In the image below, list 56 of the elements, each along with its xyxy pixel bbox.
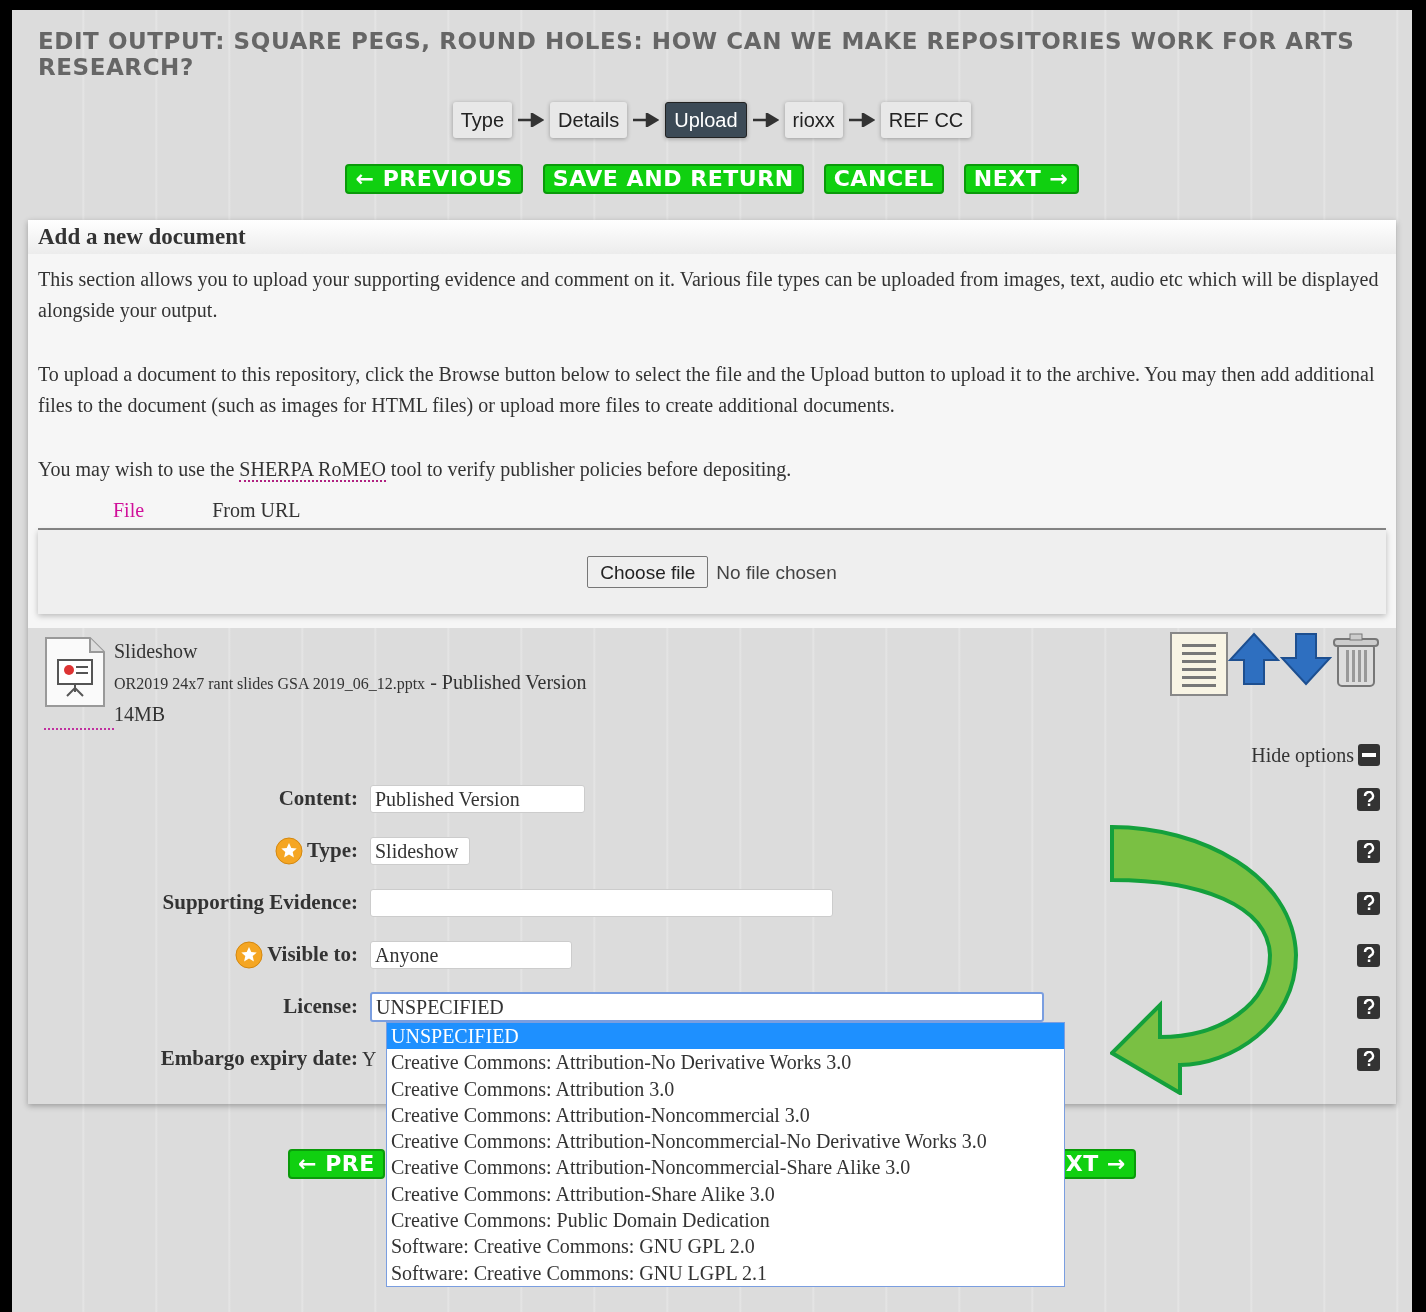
license-option[interactable]: Creative Commons: Public Domain Dedication	[387, 1207, 1064, 1234]
step-tab[interactable]: rioxx	[784, 102, 843, 138]
trash-icon[interactable]	[1332, 632, 1380, 688]
step-tab[interactable]: Details	[550, 102, 628, 138]
slideshow-file-icon	[44, 636, 106, 708]
form-label: Type:	[307, 837, 358, 865]
license-option[interactable]: Software: Creative Commons: GNU LGPL 2.1	[387, 1259, 1064, 1286]
description-text: To upload a document to this repository, click the Browse button below to select the file and the Upload button to upload it to the archive. You may then add additional files to the document (such as images for HTML files) or upload more files to create additional documents.	[38, 362, 1376, 419]
hide-options-link[interactable]: Hide options	[1251, 740, 1354, 770]
license-option[interactable]: Creative Commons: Attribution 3.0	[387, 1075, 1064, 1102]
help-icon[interactable]	[1357, 943, 1380, 967]
license-select[interactable]: UNSPECIFIED	[370, 992, 1044, 1022]
source-tab[interactable]: File	[113, 495, 145, 526]
description-text: This section allows you to upload your supporting evidence and comment on it. Various file types can be uploaded from images, text, audio etc which will be displayed alongside your output.	[38, 267, 1380, 324]
minus-icon[interactable]	[1358, 744, 1380, 766]
file-status: No file chosen	[716, 560, 837, 585]
text-field[interactable]: Slideshow	[370, 837, 470, 865]
form-label: Embargo expiry date:	[160, 1045, 358, 1073]
step-tab[interactable]: Type	[452, 102, 513, 138]
help-icon[interactable]	[1357, 839, 1380, 863]
panel-heading: Add a new document	[38, 222, 246, 251]
choose-file-button[interactable]: Choose file	[587, 556, 709, 588]
form-label: Visible to:	[267, 941, 358, 969]
arrow-icon	[633, 113, 660, 127]
license-option[interactable]: Software: Creative Commons: GNU GPL 2.0	[387, 1233, 1064, 1260]
form-label: License:	[283, 993, 358, 1021]
arrow-icon	[518, 113, 545, 127]
page-title: EDIT OUTPUT: SQUARE PEGS, ROUND HOLES: HOW CAN WE MAKE REPOSITORIES WORK FOR ARTS RESEARCH?	[37, 28, 1356, 80]
document-size: 14MB	[114, 702, 167, 727]
help-icon[interactable]	[1357, 891, 1380, 915]
license-option[interactable]: Creative Commons: Attribution-No Derivative Works 3.0	[387, 1049, 1064, 1076]
form-label: Supporting Evidence:	[162, 889, 358, 917]
sherpa-link[interactable]: SHERPA RoMEO	[239, 458, 386, 482]
step-tab[interactable]: Upload	[665, 102, 747, 138]
document-version: - Published Version	[430, 670, 587, 695]
license-option[interactable]: Creative Commons: Attribution-Noncommercial 3.0	[387, 1101, 1064, 1129]
help-icon[interactable]	[1357, 1047, 1380, 1071]
up-arrow-icon[interactable]	[1228, 632, 1280, 686]
license-option[interactable]: Creative Commons: Attribution-Share Alike 3.0	[387, 1180, 1064, 1208]
form-label: Content:	[278, 785, 358, 813]
help-icon[interactable]	[1357, 787, 1380, 811]
arrow-icon	[752, 113, 779, 127]
document-list-icon[interactable]	[1170, 632, 1228, 696]
arrow-icon	[848, 113, 875, 127]
document-filename: OR2019 24x7 rant slides GSA 2019_06_12.pptx	[114, 674, 426, 695]
help-icon[interactable]	[1357, 995, 1380, 1019]
source-tab[interactable]: From URL	[212, 495, 301, 526]
document-type: Slideshow	[114, 639, 199, 664]
text-field[interactable]	[370, 889, 833, 917]
sherpa-text: You may wish to use the SHERPA RoMEO tool to verify publisher policies before depositing.	[38, 457, 793, 484]
curved-arrow-icon	[1110, 825, 1300, 1095]
text-field[interactable]: Published Version	[370, 785, 585, 813]
down-arrow-icon[interactable]	[1280, 632, 1332, 686]
embargo-value: Y	[362, 1047, 377, 1072]
step-tab[interactable]: REF CC	[880, 102, 972, 138]
text-field[interactable]: Anyone	[370, 941, 572, 969]
